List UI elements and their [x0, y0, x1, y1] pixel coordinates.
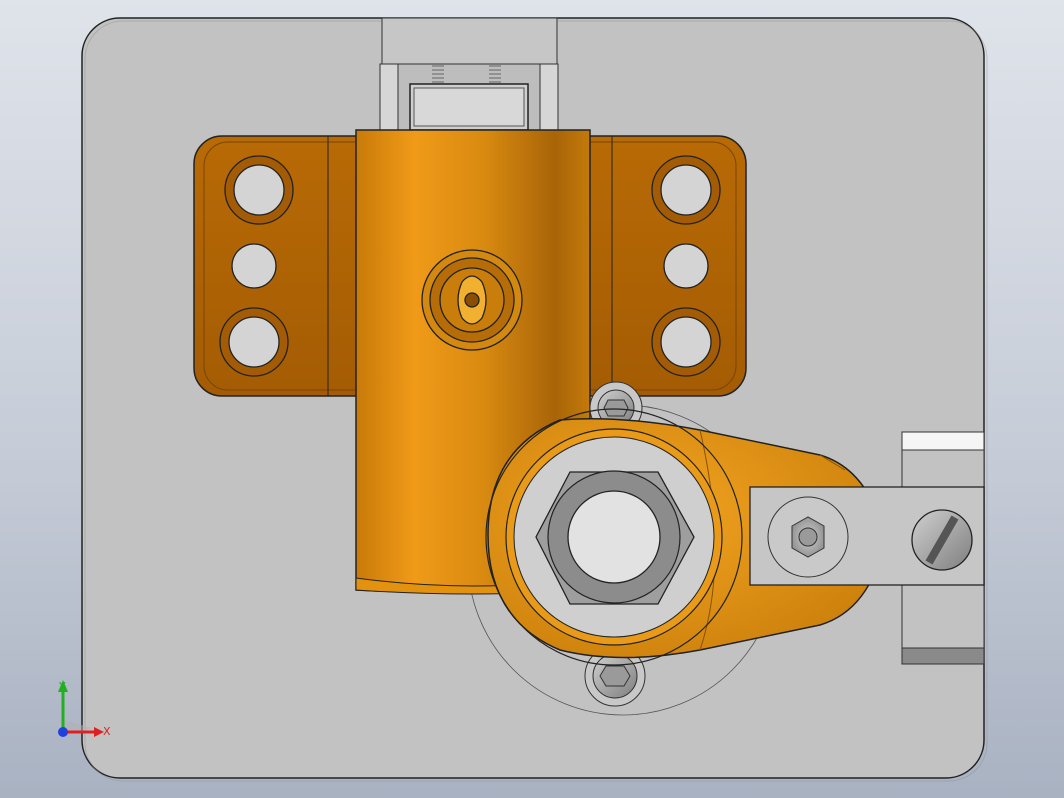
graphics-viewport[interactable]: Y X: [0, 0, 1064, 798]
cad-model-view[interactable]: Y X: [0, 0, 1064, 798]
top-guide-block[interactable]: [379, 17, 559, 137]
triad-y-label: Y: [58, 680, 66, 693]
triad-x-label: X: [103, 725, 111, 738]
slotted-screw[interactable]: [911, 509, 973, 571]
side-port[interactable]: [421, 249, 523, 351]
